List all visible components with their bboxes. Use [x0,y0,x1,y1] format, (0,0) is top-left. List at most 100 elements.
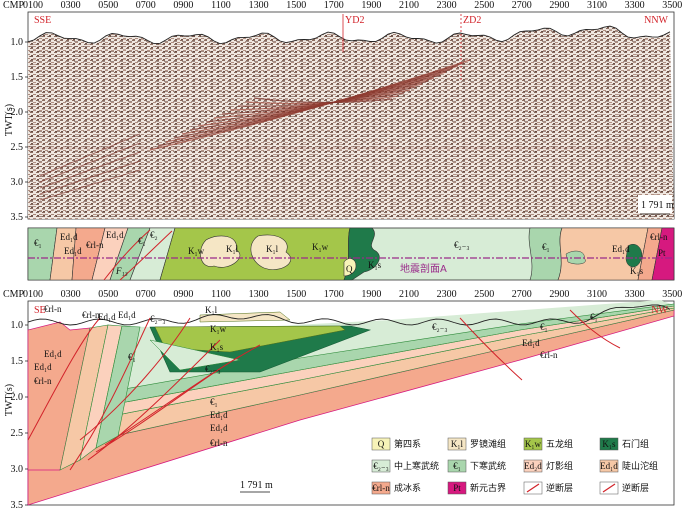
svg-text:K₁w: K₁w [525,439,542,449]
svg-text:逆断层: 逆断层 [622,482,649,494]
legend-item-0: Q 第四系 [371,437,421,451]
section-label-4: €₂₋₃ [150,314,166,324]
svg-text:Pt: Pt [453,483,461,493]
cmp-tick-bottom-2300: 2300 [437,289,457,300]
section-label-0: €rl-n [44,304,62,314]
cmp-tick-bottom-0300: 0300 [61,289,81,300]
section-label-13: €rl-n [210,438,228,448]
seismic-dir-right: NNW [644,15,668,26]
cmp-tick-top-0100: 0100 [23,0,43,11]
section-label-17: €₂₋₃ [432,322,448,332]
svg-text:中上寒武统: 中上寒武统 [394,460,439,472]
svg-text:K₁s: K₁s [602,439,616,449]
svg-text:石门组: 石门组 [622,438,649,450]
cmp-tick-bottom-1900: 1900 [361,289,381,300]
section-label-11: Ed₁d [210,410,228,420]
section-scale-label: 1 791 m [240,480,273,491]
svg-text:K₁l: K₁l [451,439,464,449]
plan-label-12: K₁s [368,260,382,270]
svg-text:Q: Q [378,439,385,449]
cmp-tick-top-0500: 0500 [98,0,118,11]
cmp-tick-top-2900: 2900 [549,0,569,11]
section-dir-right: NW [651,305,668,316]
svg-text:陡山沱组: 陡山沱组 [622,460,658,472]
cmp-label-bottom: CMP [3,289,25,300]
twt-tick-top-3.5: 3.5 [11,212,24,223]
legend-item-4: €₂₋₃ 中上寒武统 [371,459,439,473]
section-label-14: Ed₁d [44,349,62,359]
section-label-15: Ed₁d [34,362,52,372]
twt-tick-top-2.0: 2.0 [11,107,24,118]
cmp-tick-top-1700: 1700 [324,0,344,11]
cmp-tick-bottom-1100: 1100 [211,289,231,300]
seismic-panel: CMP 0100 0300 0500 0700 0900 1100 1300 1500 1700… [3,0,682,223]
plan-label-5: €₁ [138,236,146,246]
svg-text:第四系: 第四系 [394,438,421,450]
plan-label-17: €rl-n [650,232,668,242]
section-label-9: €₂₋₃ [205,364,221,374]
twt-tick-top-2.5: 2.5 [11,142,24,153]
plan-map-strip: €₁Ed₁dEd₁dEd₁d€rl-n €₁€₂K₁w K₁l K₁l K₁wQ K₁s€… [27,227,675,281]
twt-tick-top-1.5: 1.5 [11,72,24,83]
twt-tick-bottom-3.5: 3.5 [11,500,24,511]
cmp-tick-bottom-2100: 2100 [399,289,419,300]
well-zd2-label: ZD2 [463,15,481,26]
cmp-tick-bottom-1300: 1300 [249,289,269,300]
cmp-tick-top-2700: 2700 [512,0,532,11]
seismic-noise-overlay [28,26,674,219]
plan-label-4: €rl-n [86,240,104,250]
cmp-tick-bottom-0700: 0700 [136,289,156,300]
cmp-tick-bottom-0500: 0500 [98,289,118,300]
fault-label: F₁₃ [115,266,128,276]
cmp-tick-top-1300: 1300 [249,0,269,11]
twt-tick-bottom-2.5: 2.5 [11,428,24,439]
legend-item-1: K₁l 罗镜滩组 [447,437,506,451]
section-label-3: Ed₁d [118,310,136,320]
twt-tick-bottom-1.5: 1.5 [11,356,24,367]
plan-label-11: Q [346,264,353,274]
svg-text:下寒武统: 下寒武统 [470,460,506,472]
section-label-7: €₁ [128,352,136,362]
cmp-tick-top-2500: 2500 [474,0,494,11]
geological-figure: CMP 0100 0300 0500 0700 0900 1100 1300 1500 1700… [3,0,682,511]
cmp-tick-bottom-0900: 0900 [173,289,193,300]
legend-item-3: K₁s 石门组 [599,437,649,451]
cmp-tick-top-2300: 2300 [437,0,457,11]
section-label-12: Ed₁d [210,423,228,433]
svg-text:灯影组: 灯影组 [546,460,573,472]
plan-label-7: K₁w [188,246,205,256]
section-label-6: K₁w [210,324,227,334]
legend-item-6: Ed₂d 灯影组 [523,459,573,473]
legend-item-5: €₁ 下寒武统 [447,459,506,473]
plan-label-6: €₂ [150,230,158,240]
cmp-label-top: CMP [3,0,25,11]
cmp-tick-top-3500: 3500 [662,0,682,11]
plan-label-1: Ed₁d [60,232,78,242]
plan-label-16: K₁s [630,266,644,276]
cmp-tick-top-1900: 1900 [361,0,381,11]
section-label-10: €₁ [210,397,218,407]
plan-label-18: Pt [658,248,666,258]
plan-label-8: K₁l [226,244,239,254]
section-label-19: €₁ [590,312,598,322]
plan-label-9: K₁l [266,244,279,254]
twt-tick-top-1.0: 1.0 [11,37,24,48]
cmp-tick-bottom-1500: 1500 [286,289,306,300]
plan-label-0: €₁ [34,238,42,248]
cmp-ticks-bottom: 0100 0300 0500 0700 0900 1100 1300 1500 1700 1900… [23,289,682,300]
well-yd2-label: YD2 [345,15,364,26]
cmp-tick-bottom-0100: 0100 [23,289,43,300]
cmp-tick-top-3100: 3100 [587,0,607,11]
section-label-5: K₁l [205,305,218,315]
cross-section-panel: CMP 0100 0300 0500 0700 0900 1100 1300 1500 1700… [3,289,682,511]
svg-text:罗镜滩组: 罗镜滩组 [470,438,506,450]
section-label-18: €₁ [540,322,548,332]
legend-item-11: 逆断层 [599,481,649,495]
cmp-tick-bottom-3300: 3300 [625,289,645,300]
twt-tick-top-3.0: 3.0 [11,177,24,188]
legend-item-8: €rl-n 成冰系 [371,481,421,495]
plan-label-13: €₂₋₃ [454,240,470,250]
legend-item-2: K₁w 五龙组 [523,437,573,451]
section-label-21: €rl-n [540,350,558,360]
cmp-tick-bottom-3500: 3500 [662,289,682,300]
